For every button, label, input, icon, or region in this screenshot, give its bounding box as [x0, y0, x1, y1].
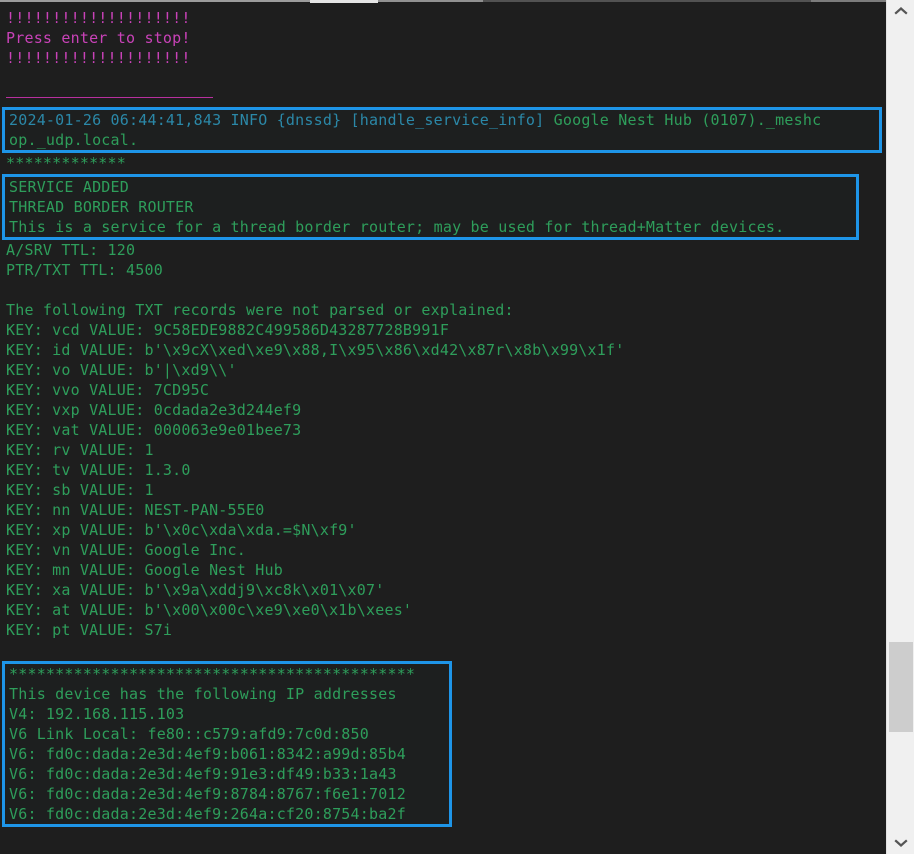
scroll-up-icon[interactable] — [887, 0, 914, 22]
txt-record-line: KEY: mn VALUE: Google Nest Hub — [6, 561, 283, 579]
txt-record-line: KEY: id VALUE: b'\x9cX\xed\xe9\x88,I\x95… — [6, 341, 625, 359]
txt-record-line: KEY: vat VALUE: 000063e9e01bee73 — [6, 421, 302, 439]
banner-bang-bottom: !!!!!!!!!!!!!!!!!!!! — [6, 49, 191, 67]
ip-address-v6: V6: fd0c:dada:2e3d:4ef9:91e3:df49:b33:1a… — [9, 765, 397, 783]
scrollbar-thumb[interactable] — [889, 642, 913, 732]
txt-record-line: KEY: vxp VALUE: 0cdada2e3d244ef9 — [6, 401, 302, 419]
txt-record-line: KEY: vn VALUE: Google Inc. — [6, 541, 246, 559]
log-entry-line-2: op._udp.local. — [9, 131, 139, 149]
txt-record-line: KEY: vcd VALUE: 9C58EDE9882C499586D43287… — [6, 321, 450, 339]
txt-record-line: KEY: sb VALUE: 1 — [6, 481, 154, 499]
txt-records-header: The following TXT records were not parse… — [6, 301, 514, 319]
thread-border-router-label: THREAD BORDER ROUTER — [9, 198, 194, 216]
horizontal-rule — [6, 97, 213, 98]
txt-record-line: KEY: vvo VALUE: 7CD95C — [6, 381, 210, 399]
highlight-box-service-info[interactable]: SERVICE ADDED THREAD BORDER ROUTER This … — [2, 174, 859, 240]
terminal-window: !!!!!!!!!!!!!!!!!!!! Press enter to stop… — [0, 0, 914, 854]
txt-record-line: KEY: rv VALUE: 1 — [6, 441, 154, 459]
txt-record-line: KEY: xa VALUE: b'\x9a\xddj9\xc8k\x01\x07… — [6, 581, 385, 599]
txt-record-line: KEY: xp VALUE: b'\x0c\xda\xda.=$N\xf9' — [6, 521, 357, 539]
txt-record-line: KEY: tv VALUE: 1.3.0 — [6, 461, 191, 479]
ip-address-v6: V6: fd0c:dada:2e3d:4ef9:264a:cf20:8754:b… — [9, 805, 406, 823]
ptr-txt-ttl: PTR/TXT TTL: 4500 — [6, 261, 163, 279]
ip-block-header: This device has the following IP address… — [9, 685, 397, 703]
service-added-label: SERVICE ADDED — [9, 178, 129, 196]
vertical-scrollbar[interactable] — [886, 0, 914, 854]
highlight-box-ip-addresses[interactable]: ****************************************… — [2, 661, 452, 827]
ip-address-v6: V6: fd0c:dada:2e3d:4ef9:8784:8767:f6e1:7… — [9, 785, 406, 803]
log-entry-line-1: 2024-01-26 06:44:41,843 INFO {dnssd} [ha… — [5, 110, 879, 130]
txt-record-line: KEY: vo VALUE: b'|\xd9\\' — [6, 361, 237, 379]
console-output-pane[interactable]: !!!!!!!!!!!!!!!!!!!! Press enter to stop… — [0, 0, 886, 854]
service-description: This is a service for a thread border ro… — [9, 218, 785, 236]
log-entry-service: Google Nest Hub (0107)._meshc — [544, 111, 822, 129]
separator-stars-short: ************* — [6, 154, 126, 172]
txt-record-line: KEY: at VALUE: b'\x00\x00c\xe9\xe0\x1b\x… — [6, 601, 413, 619]
ip-address-v4: V4: 192.168.115.103 — [9, 705, 185, 723]
ip-block-stars: ****************************************… — [9, 665, 416, 683]
ip-address-v6: V6: fd0c:dada:2e3d:4ef9:b061:8342:a99d:8… — [9, 745, 406, 763]
banner-press-enter: Press enter to stop! — [6, 29, 191, 47]
scrollbar-track[interactable] — [887, 22, 914, 832]
txt-record-line: KEY: pt VALUE: S7i — [6, 621, 173, 639]
a-srv-ttl: A/SRV TTL: 120 — [6, 241, 136, 259]
log-entry-prefix: 2024-01-26 06:44:41,843 INFO {dnssd} [ha… — [9, 111, 545, 129]
scroll-down-icon[interactable] — [887, 832, 914, 854]
banner-bang-top: !!!!!!!!!!!!!!!!!!!! — [6, 9, 191, 27]
highlight-box-log-entry[interactable]: 2024-01-26 06:44:41,843 INFO {dnssd} [ha… — [2, 107, 882, 153]
ip-address-v6-link-local: V6 Link Local: fe80::c579:afd9:7c0d:850 — [9, 725, 369, 743]
txt-record-line: KEY: nn VALUE: NEST-PAN-55E0 — [6, 501, 265, 519]
